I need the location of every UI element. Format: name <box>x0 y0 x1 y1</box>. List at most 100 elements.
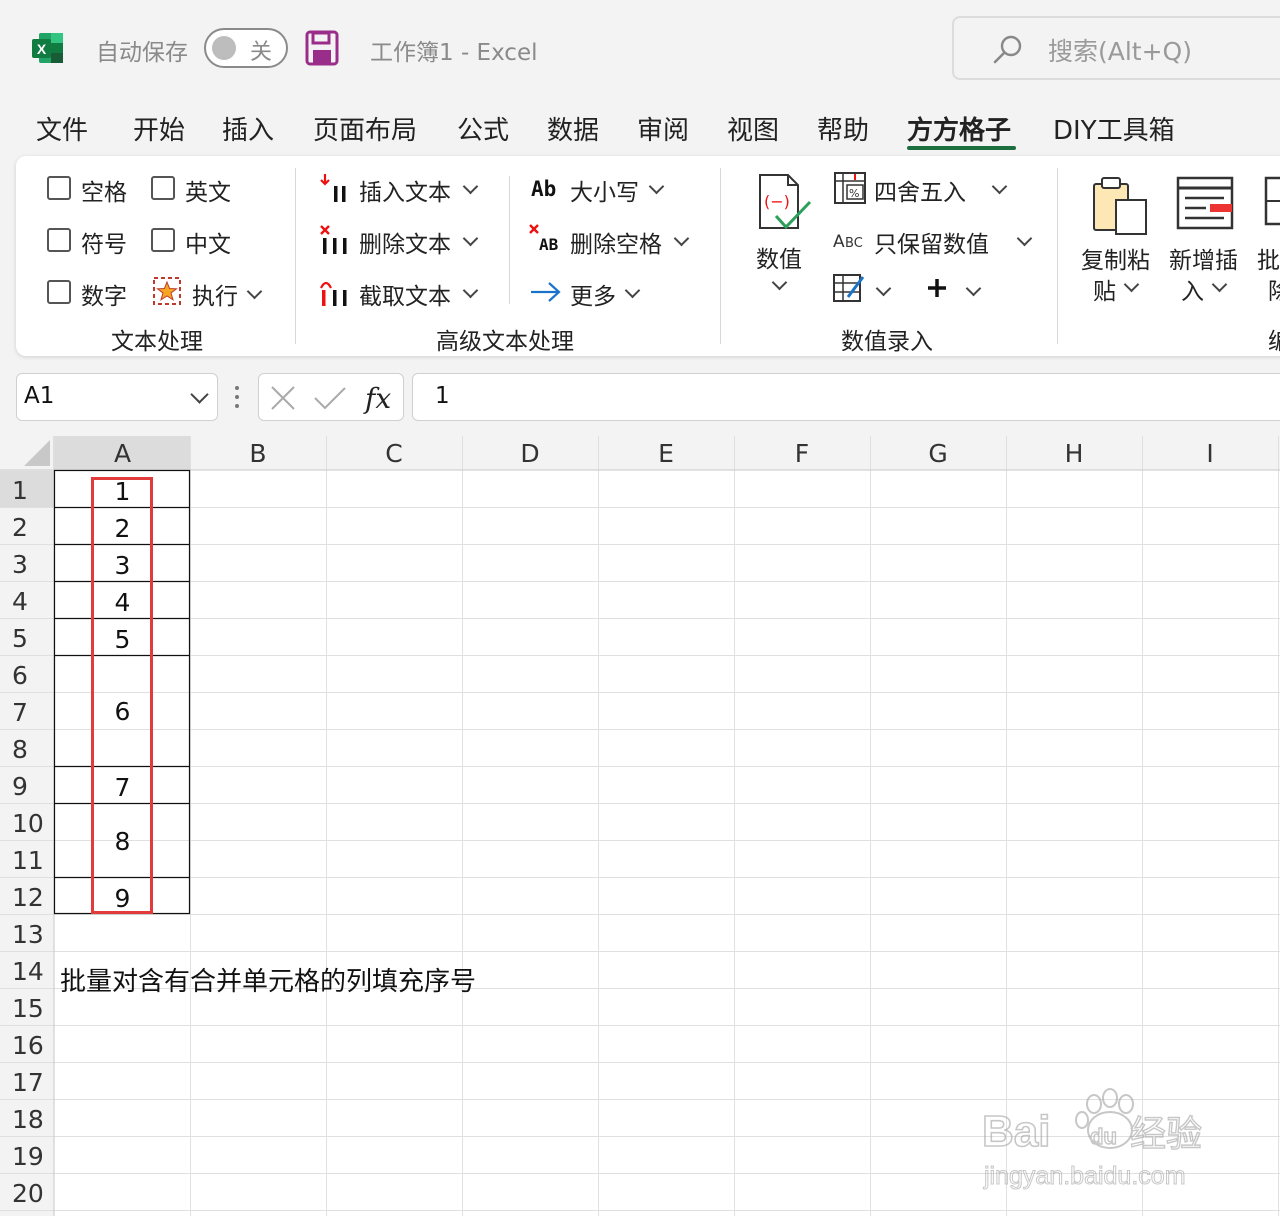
svg-text:(−): (−) <box>764 192 790 211</box>
row-header-15[interactable]: 15 <box>0 994 54 1023</box>
delete-space-button[interactable]: 删除空格 <box>570 225 662 259</box>
formula-input[interactable]: 1 <box>412 373 1280 421</box>
formula-value: 1 <box>435 383 450 409</box>
row-header-4[interactable]: 4 <box>0 587 54 616</box>
svg-text:AB: AB <box>539 235 559 254</box>
new-insert-button[interactable]: 新增插 <box>1169 241 1238 275</box>
row-header-1[interactable]: 1 <box>0 476 54 505</box>
save-icon[interactable] <box>305 30 339 66</box>
group-separator <box>1057 168 1058 344</box>
plus-icon[interactable] <box>926 277 948 299</box>
excel-logo-icon[interactable]: X <box>31 31 65 65</box>
insert-text-button[interactable]: 插入文本 <box>359 173 451 207</box>
name-box-value: A1 <box>24 383 55 409</box>
search-icon <box>993 35 1022 64</box>
row-header-8[interactable]: 8 <box>0 735 54 764</box>
batch-button-partial[interactable]: 批 <box>1257 241 1280 275</box>
chevron-down-icon <box>462 230 479 247</box>
column-header-d[interactable]: D <box>462 436 598 470</box>
row-header-12[interactable]: 12 <box>0 883 54 912</box>
new-insert-icon <box>1176 176 1234 230</box>
execute-button[interactable]: 执行 <box>192 277 238 311</box>
chevron-down-icon <box>1211 276 1228 293</box>
delete-text-button[interactable]: 删除文本 <box>359 225 451 259</box>
batch-button-partial-line2: 除 <box>1268 279 1280 305</box>
baidu-jingyan-watermark: Bai du 经验 jingyan.baidu.com <box>982 1088 1203 1191</box>
checkbox-english-label: 英文 <box>185 180 231 206</box>
row-header-13[interactable]: 13 <box>0 920 54 949</box>
column-header-h[interactable]: H <box>1006 436 1142 470</box>
arrow-right-icon <box>531 282 561 302</box>
column-header-i[interactable]: I <box>1142 436 1278 470</box>
cell-a14-note[interactable]: 批量对含有合并单元格的列填充序号 <box>60 961 476 998</box>
menu-bar: 文件 开始 插入 页面布局 公式 数据 审阅 视图 帮助 方方格子 DIY工具箱 <box>0 96 1280 154</box>
row-header-16[interactable]: 16 <box>0 1031 54 1060</box>
column-header-c[interactable]: C <box>326 436 462 470</box>
row-header-5[interactable]: 5 <box>0 624 54 653</box>
chevron-down-icon <box>965 280 982 297</box>
checkbox-space[interactable] <box>47 176 71 200</box>
autosave-toggle[interactable]: 关 <box>204 28 288 68</box>
extract-text-button[interactable]: 截取文本 <box>359 277 451 311</box>
value-button[interactable]: 数值 <box>756 240 802 274</box>
more-vertical-icon[interactable] <box>232 384 242 410</box>
checkbox-english[interactable] <box>151 176 175 200</box>
tab-formulas[interactable]: 公式 <box>457 110 509 147</box>
chevron-down-icon[interactable] <box>190 385 209 404</box>
column-header-f[interactable]: F <box>734 436 870 470</box>
more-button[interactable]: 更多 <box>570 277 616 311</box>
row-header-10[interactable]: 10 <box>0 809 54 838</box>
row-header-20[interactable]: 20 <box>0 1179 54 1208</box>
checkbox-symbol[interactable] <box>47 228 71 252</box>
cancel-icon[interactable] <box>269 384 297 412</box>
search-box[interactable]: 搜索(Alt+Q) <box>952 16 1280 80</box>
insert-text-icon <box>320 174 346 202</box>
column-header-e[interactable]: E <box>598 436 734 470</box>
checkbox-chinese[interactable] <box>151 228 175 252</box>
row-header-19[interactable]: 19 <box>0 1142 54 1171</box>
case-button[interactable]: 大小写 <box>570 173 639 207</box>
chevron-down-icon <box>462 282 479 299</box>
copy-paste-button[interactable]: 复制粘 <box>1081 241 1150 275</box>
tab-data[interactable]: 数据 <box>547 110 599 147</box>
row-header-3[interactable]: 3 <box>0 550 54 579</box>
group-label-numeric: 数值录入 <box>841 329 933 355</box>
group-separator <box>720 168 721 344</box>
copy-paste-button-line2: 贴 <box>1093 279 1116 305</box>
tab-insert[interactable]: 插入 <box>222 110 274 147</box>
row-header-2[interactable]: 2 <box>0 513 54 542</box>
chevron-down-icon <box>624 282 641 299</box>
tab-fangfanggezi[interactable]: 方方格子 <box>907 110 1011 147</box>
column-header-a[interactable]: A <box>55 436 190 470</box>
keep-numeric-button[interactable]: 只保留数值 <box>874 225 989 259</box>
tab-file[interactable]: 文件 <box>36 110 88 147</box>
selection-highlight <box>91 477 153 914</box>
name-box[interactable]: A1 <box>16 373 218 421</box>
tab-review[interactable]: 审阅 <box>637 110 689 147</box>
round-button[interactable]: 四舍五入 <box>874 173 966 207</box>
row-header-7[interactable]: 7 <box>0 698 54 727</box>
active-tab-indicator <box>907 146 1016 150</box>
row-header-6[interactable]: 6 <box>0 661 54 690</box>
value-icon: (−) <box>759 174 812 230</box>
tab-home[interactable]: 开始 <box>133 110 185 147</box>
column-header-b[interactable]: B <box>190 436 326 470</box>
tab-help[interactable]: 帮助 <box>817 110 869 147</box>
group-label-text: 文本处理 <box>111 329 203 355</box>
checkbox-space-label: 空格 <box>81 180 127 206</box>
case-icon: Ab <box>531 177 556 201</box>
chevron-down-icon <box>648 178 665 195</box>
tab-page-layout[interactable]: 页面布局 <box>313 110 417 147</box>
function-icon[interactable]: fx <box>363 378 399 418</box>
confirm-icon[interactable] <box>313 384 347 412</box>
tab-diy-toolbox[interactable]: DIY工具箱 <box>1053 110 1175 147</box>
tab-view[interactable]: 视图 <box>727 110 779 147</box>
row-header-17[interactable]: 17 <box>0 1068 54 1097</box>
group-label-advanced-text: 高级文本处理 <box>436 329 574 355</box>
row-header-11[interactable]: 11 <box>0 846 54 875</box>
row-header-18[interactable]: 18 <box>0 1105 54 1134</box>
column-header-g[interactable]: G <box>870 436 1006 470</box>
row-header-14[interactable]: 14 <box>0 957 54 986</box>
row-header-9[interactable]: 9 <box>0 772 54 801</box>
checkbox-number[interactable] <box>47 280 71 304</box>
